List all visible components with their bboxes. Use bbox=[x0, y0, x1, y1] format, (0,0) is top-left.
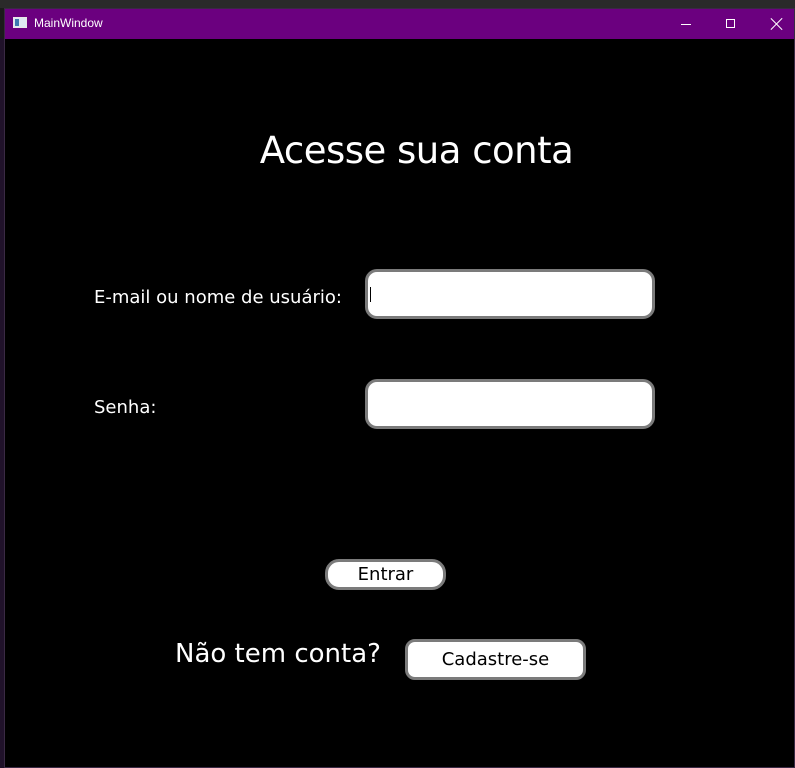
app-window-icon bbox=[13, 17, 27, 28]
desktop-background bbox=[0, 0, 795, 8]
password-field[interactable] bbox=[365, 379, 655, 429]
text-caret bbox=[370, 287, 371, 302]
login-button[interactable]: Entrar bbox=[325, 559, 446, 590]
signup-button[interactable]: Cadastre-se bbox=[405, 639, 586, 680]
page-title: Acesse sua conta bbox=[259, 129, 574, 172]
window-title: MainWindow bbox=[34, 16, 103, 30]
minimize-button[interactable] bbox=[664, 9, 709, 39]
password-label: Senha: bbox=[94, 397, 157, 418]
minimize-icon bbox=[681, 24, 691, 25]
main-window: MainWindow Acesse sua conta E-mail ou no… bbox=[4, 8, 795, 768]
email-label: E-mail ou nome de usuário: bbox=[94, 287, 342, 308]
email-field[interactable] bbox=[365, 269, 655, 319]
maximize-icon bbox=[726, 19, 735, 28]
close-button[interactable] bbox=[754, 9, 795, 39]
title-bar[interactable]: MainWindow bbox=[5, 9, 794, 39]
signup-prompt: Não tem conta? bbox=[175, 639, 381, 669]
close-icon bbox=[770, 17, 784, 31]
maximize-button[interactable] bbox=[709, 9, 754, 39]
